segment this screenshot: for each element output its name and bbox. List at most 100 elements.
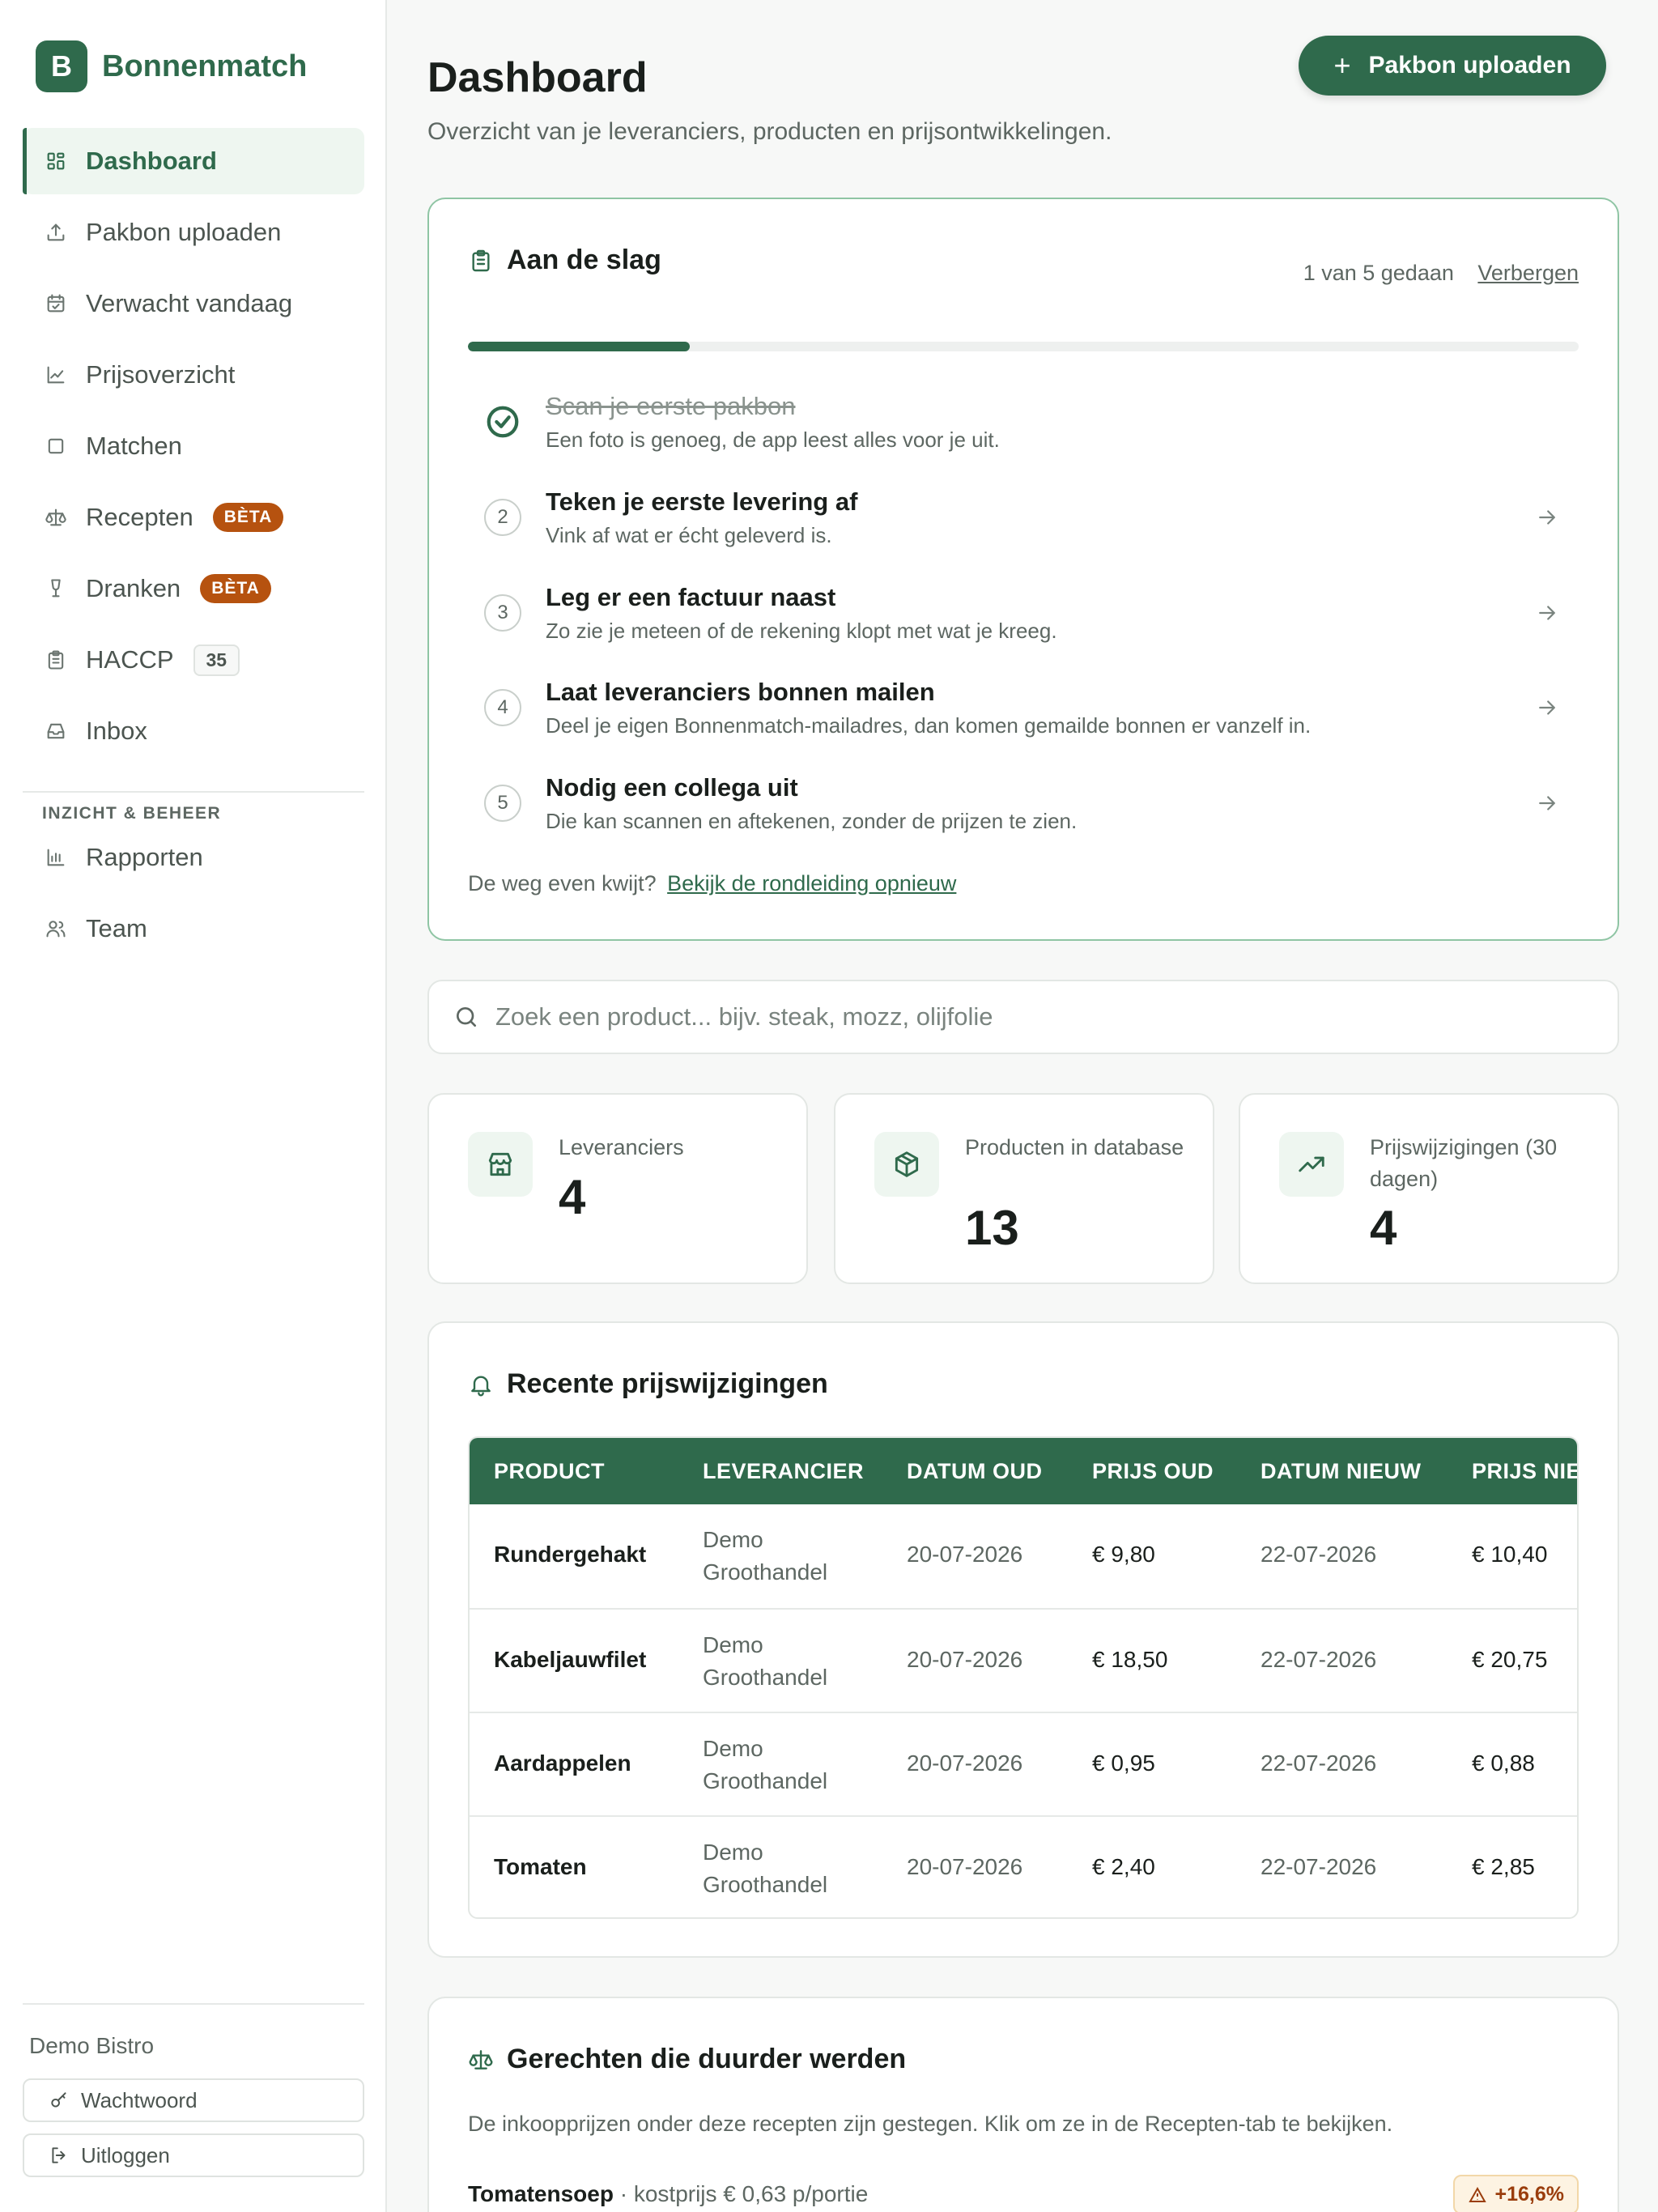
onboarding-card: Aan de slag 1 van 5 gedaan Verbergen Sca… bbox=[427, 198, 1619, 941]
restart-tour-link[interactable]: Bekijk de rondleiding opnieuw bbox=[667, 871, 956, 895]
upload-icon bbox=[44, 220, 68, 245]
step-title: Scan je eerste pakbon bbox=[546, 392, 796, 420]
sidebar-item-label: Recepten bbox=[86, 503, 193, 531]
stat-card-prijswijzigingen[interactable]: Prijswijzigingen (30 dagen) 4 bbox=[1239, 1093, 1619, 1284]
footer-divider bbox=[23, 2003, 364, 2005]
brand[interactable]: B Bonnenmatch bbox=[36, 40, 307, 92]
inbox-icon bbox=[44, 719, 68, 743]
column-header-datum-nieuw[interactable]: DATUM NIEUW bbox=[1261, 1459, 1421, 1484]
sidebar-item-label: HACCP bbox=[86, 645, 174, 674]
sidebar-item-matchen[interactable]: Matchen bbox=[23, 413, 364, 479]
password-button[interactable]: Wachtwoord bbox=[23, 2078, 364, 2122]
search-icon bbox=[457, 1007, 476, 1027]
cell-prijs-nieuw: € 2,85 bbox=[1472, 1854, 1535, 1879]
arrow-right-icon bbox=[1535, 696, 1559, 720]
price-increase-badge: +16,6% bbox=[1452, 2175, 1579, 2212]
arrow-right-icon bbox=[1535, 791, 1559, 815]
dishes-description: De inkoopprijzen onder deze recepten zij… bbox=[468, 2112, 1393, 2136]
sidebar-item-verwacht-vandaag[interactable]: Verwacht vandaag bbox=[23, 270, 364, 337]
cell-leverancier: Demo Groothandel bbox=[703, 1840, 828, 1897]
cell-datum-nieuw: 22-07-2026 bbox=[1261, 1854, 1377, 1879]
column-header-datum-oud[interactable]: DATUM OUD bbox=[907, 1459, 1042, 1484]
sidebar-item-prijsoverzicht[interactable]: Prijsoverzicht bbox=[23, 342, 364, 408]
onboarding-step-1[interactable]: Scan je eerste pakbon Een foto is genoeg… bbox=[468, 385, 1579, 474]
sidebar-item-pakbon-uploaden[interactable]: Pakbon uploaden bbox=[23, 199, 364, 266]
sidebar-item-recepten[interactable]: Recepten BÈTA bbox=[23, 484, 364, 551]
bell-icon bbox=[471, 1376, 491, 1396]
table-row[interactable]: Kabeljauwfilet Demo Groothandel 20-07-20… bbox=[470, 1608, 1577, 1712]
section-label: INZICHT & BEHEER bbox=[42, 804, 222, 823]
sidebar-item-haccp[interactable]: HACCP 35 bbox=[23, 627, 364, 693]
step-number: 4 bbox=[484, 689, 521, 726]
price-changes-title: Recente prijswijzigingen bbox=[468, 1368, 828, 1400]
stat-value: 13 bbox=[965, 1201, 1019, 1255]
step-number: 2 bbox=[484, 499, 521, 536]
onboarding-step-3[interactable]: 3 Leg er een factuur naast Zo zie je met… bbox=[468, 576, 1579, 666]
cell-product: Tomaten bbox=[494, 1854, 587, 1879]
logout-icon bbox=[52, 2147, 66, 2163]
dishes-title: Gerechten die duurder werden bbox=[468, 2044, 906, 2075]
footer-text: De weg even kwijt? bbox=[468, 871, 657, 895]
scale-icon bbox=[44, 505, 68, 530]
logout-button[interactable]: Uitloggen bbox=[23, 2133, 364, 2177]
price-changes-table: PRODUCT LEVERANCIER DATUM OUD PRIJS OUD … bbox=[468, 1436, 1579, 1919]
step-desc: Vink af wat er écht geleverd is. bbox=[546, 523, 832, 547]
trending-up-icon bbox=[1279, 1132, 1344, 1197]
cell-leverancier: Demo Groothandel bbox=[703, 1632, 828, 1690]
dish-meta: · kostprijs € 0,63 p/portie bbox=[619, 2181, 869, 2206]
onboarding-step-5[interactable]: 5 Nodig een collega uit Die kan scannen … bbox=[468, 767, 1579, 856]
column-header-prijs-nieuw[interactable]: PRIJS NIEUW bbox=[1472, 1459, 1577, 1484]
upload-pakbon-button[interactable]: + Pakbon uploaden bbox=[1299, 36, 1606, 96]
sidebar-item-dranken[interactable]: Dranken BÈTA bbox=[23, 555, 364, 622]
clipboard-check-icon bbox=[472, 249, 490, 271]
arrow-right-icon bbox=[1535, 601, 1559, 625]
cell-leverancier: Demo Groothandel bbox=[703, 1527, 828, 1585]
clipboard-icon bbox=[44, 648, 68, 672]
dish-item[interactable]: Tomatensoep · kostprijs € 0,63 p/portie bbox=[468, 2181, 868, 2207]
step-desc: Deel je eigen Bonnenmatch-mailadres, dan… bbox=[546, 713, 1312, 738]
hide-onboarding-link[interactable]: Verbergen bbox=[1477, 261, 1579, 285]
cell-datum-oud: 20-07-2026 bbox=[907, 1542, 1023, 1567]
key-icon bbox=[51, 2092, 66, 2108]
step-title: Teken je eerste levering af bbox=[546, 487, 858, 516]
step-desc: Zo zie je meteen of de rekening klopt me… bbox=[546, 619, 1057, 643]
search-input[interactable] bbox=[495, 1002, 1548, 1032]
onboarding-step-2[interactable]: 2 Teken je eerste levering af Vink af wa… bbox=[468, 481, 1579, 570]
page-title: Dashboard bbox=[427, 54, 648, 101]
column-header-leverancier[interactable]: LEVERANCIER bbox=[703, 1459, 864, 1484]
dishes-card: Gerechten die duurder werden De inkooppr… bbox=[427, 1997, 1619, 2212]
sidebar-item-label: Team bbox=[86, 914, 147, 942]
sidebar-item-dashboard[interactable]: Dashboard bbox=[23, 128, 364, 194]
progress-bar bbox=[468, 342, 1579, 351]
cell-product: Kabeljauwfilet bbox=[494, 1647, 647, 1672]
table-header: PRODUCT LEVERANCIER DATUM OUD PRIJS OUD … bbox=[470, 1438, 1577, 1504]
cell-datum-nieuw: 22-07-2026 bbox=[1261, 1647, 1377, 1672]
check-circle-icon bbox=[484, 403, 521, 440]
column-header-prijs-oud[interactable]: PRIJS OUD bbox=[1092, 1459, 1214, 1484]
password-label: Wachtwoord bbox=[81, 2087, 198, 2112]
beta-badge: BÈTA bbox=[212, 503, 284, 532]
stat-card-leveranciers[interactable]: Leveranciers 4 bbox=[427, 1093, 808, 1284]
column-header-product[interactable]: PRODUCT bbox=[494, 1459, 605, 1484]
sidebar-item-inbox[interactable]: Inbox bbox=[23, 698, 364, 764]
logout-label: Uitloggen bbox=[81, 2142, 170, 2167]
onboarding-step-4[interactable]: 4 Laat leveranciers bonnen mailen Deel j… bbox=[468, 671, 1579, 760]
stat-label: Leveranciers bbox=[559, 1135, 684, 1159]
sidebar-item-label: Verwacht vandaag bbox=[86, 289, 293, 317]
sidebar-item-team[interactable]: Team bbox=[23, 895, 364, 962]
progress-bar-fill bbox=[468, 342, 691, 351]
cell-prijs-oud: € 9,80 bbox=[1092, 1542, 1155, 1567]
price-changes-title-text: Recente prijswijzigingen bbox=[507, 1368, 828, 1399]
sidebar-item-rapporten[interactable]: Rapporten bbox=[23, 824, 364, 891]
sidebar-nav-secondary: Rapporten Team bbox=[23, 824, 364, 967]
bar-chart-icon bbox=[44, 845, 68, 870]
table-row[interactable]: Rundergehakt Demo Groothandel 20-07-2026… bbox=[470, 1504, 1577, 1608]
line-chart-icon bbox=[44, 363, 68, 387]
sidebar-item-label: Rapporten bbox=[86, 843, 203, 871]
step-title: Laat leveranciers bonnen mailen bbox=[546, 678, 935, 706]
sidebar-nav: Dashboard Pakbon uploaden Verwacht vanda… bbox=[23, 128, 364, 769]
wine-glass-icon bbox=[44, 576, 68, 601]
table-row[interactable]: Tomaten Demo Groothandel 20-07-2026 € 2,… bbox=[470, 1815, 1577, 1917]
stat-card-producten[interactable]: Producten in database 13 bbox=[834, 1093, 1214, 1284]
table-row[interactable]: Aardappelen Demo Groothandel 20-07-2026 … bbox=[470, 1712, 1577, 1815]
